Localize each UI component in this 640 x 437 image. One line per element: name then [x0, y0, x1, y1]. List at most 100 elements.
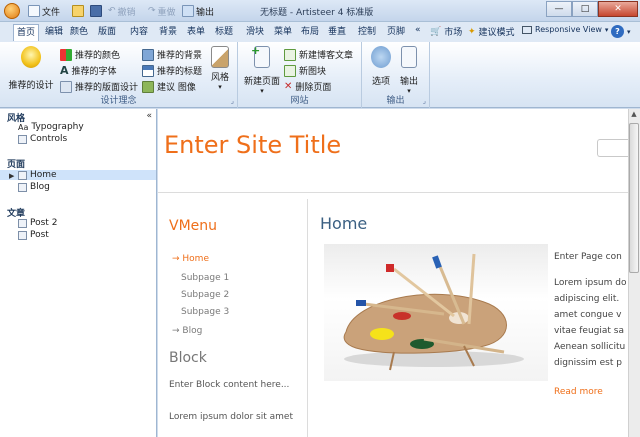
read-more-link[interactable]: Read more — [554, 387, 603, 397]
quick-export-button[interactable]: 输出 — [182, 3, 214, 19]
chevron-down-icon: ▾ — [218, 83, 222, 91]
tab-background[interactable]: 背景 — [156, 24, 180, 41]
vmenu-item-subpage-1[interactable]: Subpage 1 — [181, 273, 229, 283]
close-button[interactable]: ✕ — [598, 1, 638, 17]
content-image — [324, 244, 548, 381]
tree-item-home[interactable]: Home — [0, 170, 156, 180]
tab-edit[interactable]: 编辑 — [42, 24, 66, 41]
tab-layout[interactable]: 版面 — [95, 24, 119, 41]
tree-item-controls[interactable]: Controls — [18, 134, 67, 144]
new-post-button[interactable]: 新建博客文章 — [284, 47, 353, 62]
palette-icon — [60, 48, 72, 61]
minimize-button[interactable]: — — [546, 1, 572, 17]
design-group-label: 设计理念 — [100, 96, 137, 106]
help-button[interactable]: ? ▾ — [611, 25, 631, 38]
tab-content[interactable]: 内容 — [127, 24, 151, 41]
page-body-text: Lorem ipsum do — [554, 278, 627, 288]
page-body-text: vitae feugiat sa — [554, 326, 625, 336]
vertical-scrollbar[interactable]: ▲ — [628, 109, 640, 437]
new-page-icon: + — [251, 44, 270, 68]
tab-home[interactable]: 首页 — [13, 24, 40, 41]
suggest-color-button[interactable]: 推荐的颜色 — [60, 47, 120, 62]
tab-controls[interactable]: 控制 — [355, 24, 379, 41]
options-button[interactable]: 选项 — [368, 46, 394, 87]
vmenu-item-blog[interactable]: → Blog — [172, 326, 202, 336]
pages-section-title: 页面 — [7, 160, 26, 170]
page-body-text: Aenean sollicitu — [554, 342, 626, 352]
scroll-up-icon[interactable]: ▲ — [629, 110, 639, 118]
dialog-launcher-icon[interactable]: ⌟ — [423, 97, 426, 105]
tab-menu[interactable]: 菜单 — [271, 24, 295, 41]
suggest-image-button[interactable]: 建议 图像 — [142, 79, 196, 94]
tab-slider[interactable]: 滑块 — [243, 24, 267, 41]
vmenu-item-subpage-3[interactable]: Subpage 3 — [181, 307, 229, 317]
suggest-layout-button[interactable]: 推荐的版面设计 — [60, 79, 138, 94]
design-canvas: Enter Site Title VMenu → Home Subpage 1 … — [158, 109, 640, 437]
globe-icon — [371, 46, 391, 68]
suggest-mode-button[interactable]: ✦ 建议模式 — [468, 25, 515, 39]
vmenu-item-home[interactable]: → Home — [172, 254, 209, 264]
tree-item-typography[interactable]: Aa Typography — [18, 122, 84, 132]
search-input[interactable] — [597, 139, 631, 157]
ribbon-tabs: 首页 编辑 颜色 版面 内容 背景 表单 标题 滑块 菜单 布局 垂直 控制 页… — [0, 22, 640, 42]
page-body-text: adipiscing elit. — [554, 294, 620, 304]
tree-item-post-2[interactable]: Post 2 — [18, 218, 57, 228]
tab-colors[interactable]: 颜色 — [67, 24, 91, 41]
tab-sheet[interactable]: 表单 — [184, 24, 208, 41]
lightbulb-icon — [21, 46, 41, 68]
dialog-launcher-icon[interactable]: ⌟ — [231, 97, 234, 105]
expand-arrow-icon[interactable]: ▶ — [9, 172, 14, 180]
new-block-button[interactable]: 新图块 — [284, 63, 326, 78]
maximize-button[interactable]: □ — [572, 1, 598, 17]
page-intro-text: Enter Page con — [554, 252, 622, 262]
open-button[interactable] — [72, 3, 84, 19]
tab-header[interactable]: 标题 — [212, 24, 236, 41]
page-body-text: amet congue v — [554, 310, 622, 320]
page-icon — [18, 170, 27, 180]
tab-footer[interactable]: 页脚 — [384, 24, 408, 41]
site-title[interactable]: Enter Site Title — [164, 131, 341, 159]
brush-icon — [211, 46, 229, 68]
header-icon — [142, 64, 154, 77]
export-group: 选项 输出 ▾ 输出 ⌟ — [362, 42, 430, 108]
sidebar-divider — [307, 199, 308, 437]
page-icon — [18, 182, 27, 192]
export-button[interactable]: 输出 ▾ — [396, 46, 422, 95]
style-button[interactable]: 风格 ▾ — [206, 46, 234, 91]
suggest-header-button[interactable]: 推荐的标题 — [142, 63, 202, 78]
suggest-font-button[interactable]: A 推荐的字体 — [60, 63, 117, 78]
vmenu-title: VMenu — [169, 218, 218, 234]
file-menu[interactable]: 文件 — [28, 3, 60, 19]
block-content: Enter Block content here... — [169, 380, 290, 390]
tab-vertical[interactable]: 垂直 — [325, 24, 349, 41]
delete-page-button[interactable]: ✕ 删除页面 — [284, 79, 331, 94]
delete-icon: ✕ — [284, 81, 293, 92]
save-button[interactable] — [90, 3, 102, 19]
title-bar: 文件 ↶ 撤销 ↷ 重做 输出 无标题 - Artisteer 4 标准版 — … — [0, 0, 640, 22]
tree-item-post[interactable]: Post — [18, 230, 49, 240]
new-page-button[interactable]: + 新建页面 ▾ — [242, 44, 282, 95]
document-icon — [28, 5, 40, 17]
undo-button[interactable]: ↶ 撤销 — [108, 3, 136, 19]
undo-icon: ↶ — [108, 6, 116, 16]
suggest-design-button[interactable]: 推荐的设计 — [8, 46, 54, 91]
post-icon — [18, 230, 27, 240]
app-menu-orb-icon[interactable] — [4, 3, 20, 19]
suggest-background-button[interactable]: 推荐的背景 — [142, 47, 202, 62]
lightbulb-icon: ✦ — [468, 26, 476, 37]
tab-layout-2[interactable]: 布局 — [298, 24, 322, 41]
export-icon — [401, 46, 417, 68]
site-group-label: 网站 — [290, 96, 309, 106]
page-title: Home — [320, 214, 368, 233]
controls-icon — [18, 134, 27, 144]
tree-item-blog[interactable]: Blog — [18, 182, 50, 192]
tabs-more-button[interactable]: « — [415, 25, 421, 35]
post-icon — [18, 218, 27, 228]
scroll-thumb[interactable] — [629, 123, 639, 273]
responsive-view-button[interactable]: Responsive View ▾ — [522, 25, 608, 34]
vmenu-item-subpage-2[interactable]: Subpage 2 — [181, 290, 229, 300]
market-button[interactable]: 🛒 市场 — [430, 25, 462, 39]
ribbon: 推荐的设计 推荐的颜色 A 推荐的字体 推荐的版面设计 推荐的背景 推荐的标题 … — [0, 42, 640, 108]
redo-button[interactable]: ↷ 重做 — [148, 3, 176, 19]
collapse-panel-button[interactable]: « — [146, 111, 152, 121]
